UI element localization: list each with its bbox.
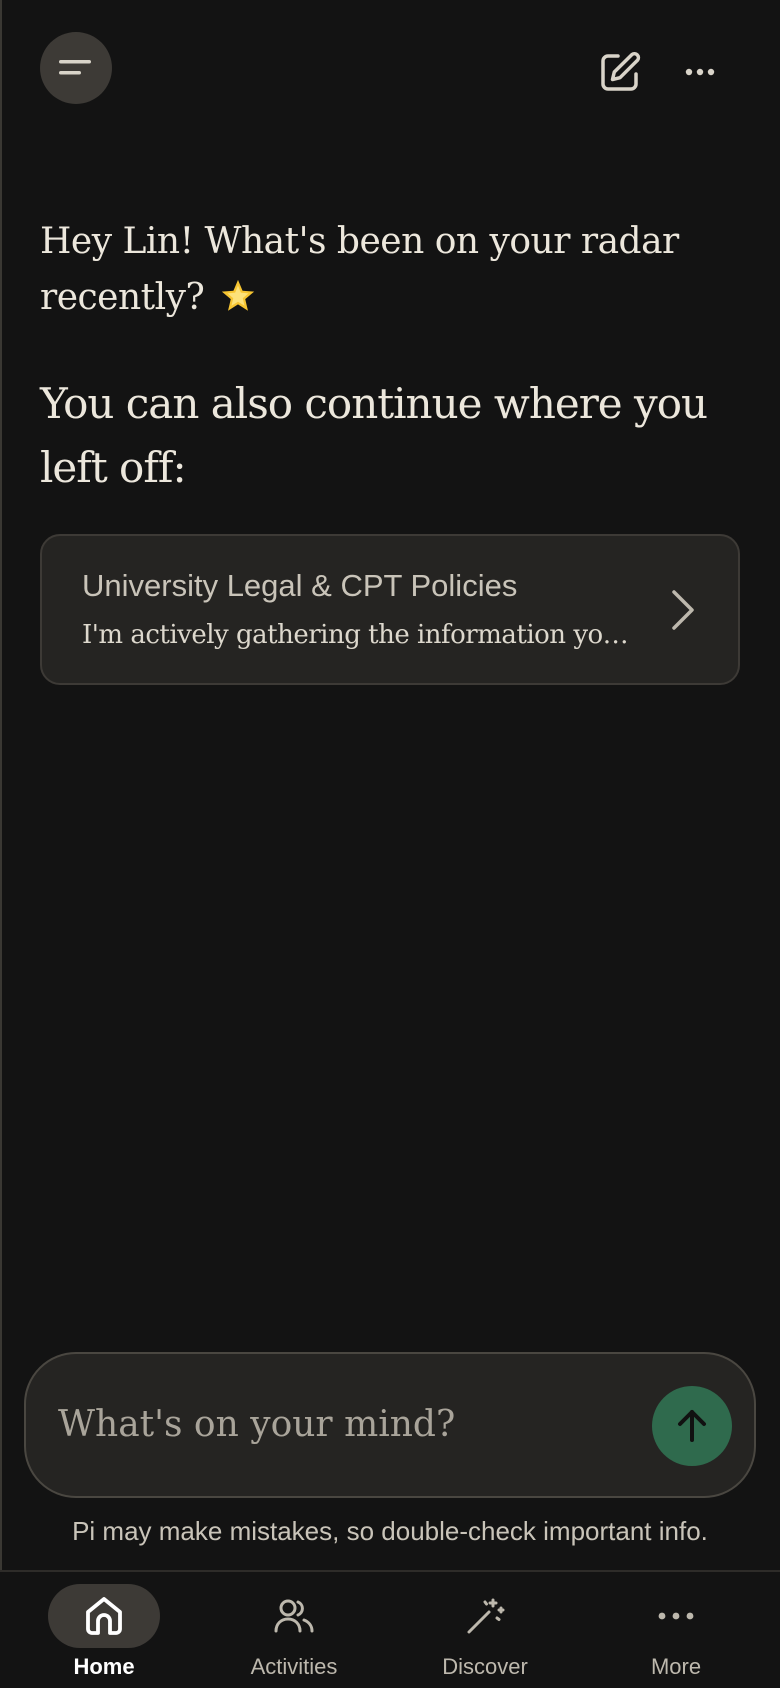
menu-lines-icon: [59, 60, 91, 75]
nav-item-activities[interactable]: Activities: [219, 1584, 369, 1684]
edit-pencil-icon: [601, 52, 641, 91]
conversation-title: University Legal & CPT Policies: [82, 568, 518, 603]
home-icon: [86, 1597, 122, 1635]
disclaimer-text: Pi may make mistakes, so double-check im…: [72, 1516, 708, 1546]
nav-label-discover: Discover: [442, 1654, 528, 1679]
nav-label-activities: Activities: [250, 1654, 338, 1679]
new-conversation-button[interactable]: [596, 48, 644, 96]
ellipsis-icon: [685, 68, 715, 76]
send-button[interactable]: [652, 1386, 732, 1466]
chevron-right-icon: [672, 590, 694, 630]
nav-item-more[interactable]: More: [601, 1584, 751, 1684]
bottom-navigation: Home Activities Discover More: [0, 1570, 780, 1688]
ellipsis-icon: [658, 1612, 694, 1620]
nav-item-home[interactable]: Home: [29, 1584, 179, 1684]
nav-label-more: More: [650, 1654, 702, 1679]
nav-label-home: Home: [73, 1654, 135, 1679]
people-icon: [274, 1599, 314, 1633]
conversation-snippet: I'm actively gathering the information y…: [82, 620, 642, 650]
left-frame-border: [0, 0, 2, 1688]
message-composer: [24, 1352, 756, 1498]
greeting-text: Hey Lin! What's been on your radar recen…: [40, 221, 679, 318]
recent-conversation-card[interactable]: University Legal & CPT Policies I'm acti…: [40, 534, 740, 685]
nav-item-discover[interactable]: Discover: [410, 1584, 560, 1684]
glowing-star-icon: [222, 279, 255, 311]
sidebar-menu-button[interactable]: [40, 32, 112, 104]
magic-wand-icon: [467, 1598, 505, 1634]
arrow-up-icon: [678, 1410, 706, 1442]
greeting-message: Hey Lin! What's been on your radar recen…: [40, 214, 720, 326]
more-options-button[interactable]: [676, 48, 724, 96]
continue-prompt: You can also continue where you left off…: [40, 379, 708, 492]
message-input[interactable]: [58, 1394, 638, 1454]
